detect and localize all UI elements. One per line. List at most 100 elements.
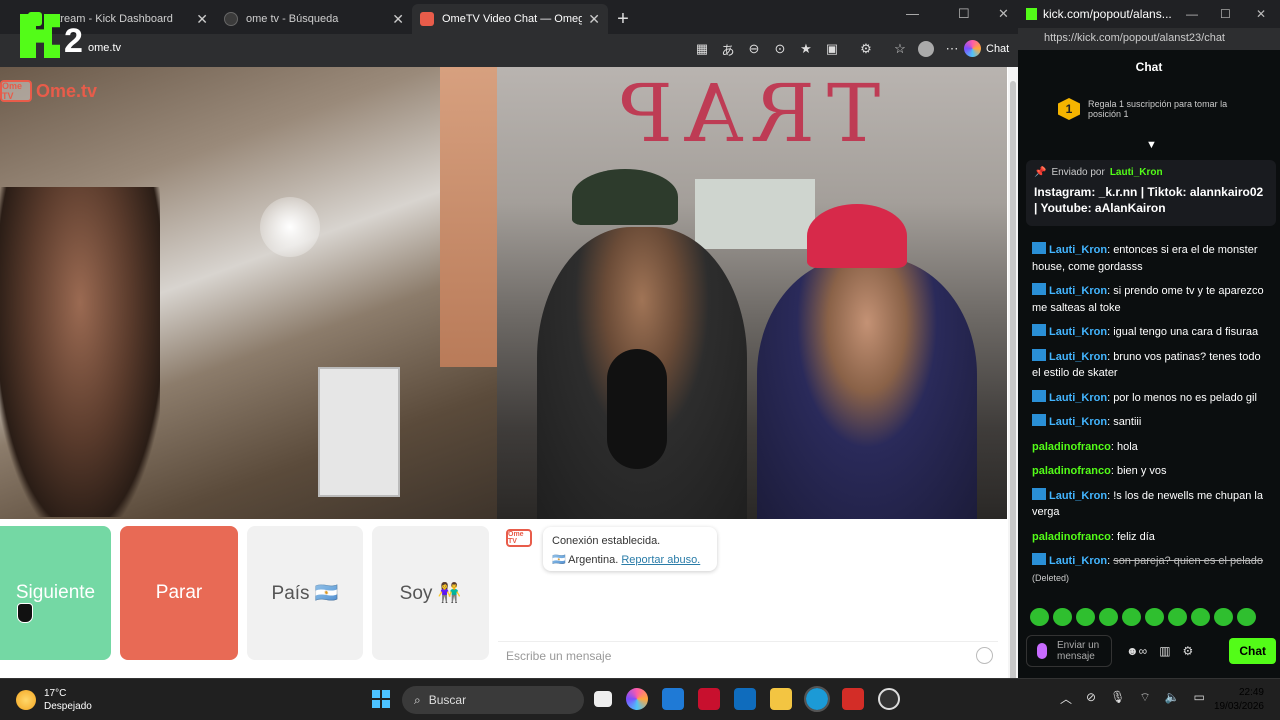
sub-badge-icon: [1032, 283, 1046, 295]
weather-widget[interactable]: 17°C Despejado: [16, 687, 92, 713]
new-tab-button[interactable]: +: [608, 4, 638, 34]
task-view-icon[interactable]: [594, 691, 612, 707]
mic-tray-icon[interactable]: 🎙: [1110, 690, 1125, 707]
sub-gift-banner[interactable]: 1 Regala 1 suscripción para tomar la pos…: [1058, 98, 1258, 120]
chat-tools: ☻∞ ▥ ⚙: [1126, 644, 1193, 658]
clock[interactable]: 22:49 19/03/2026: [1210, 686, 1264, 714]
emote-icon[interactable]: [1099, 608, 1118, 626]
chat-message: Lauti_Kron: !s los de newells me chupan …: [1032, 487, 1263, 518]
stop-button[interactable]: Parar: [120, 526, 238, 660]
network-off-icon[interactable]: ⊘: [1086, 690, 1096, 707]
menu-icon[interactable]: ⋯: [944, 41, 960, 57]
windows-start-icon[interactable]: [372, 690, 390, 708]
zoom-icon[interactable]: ⊖: [746, 41, 762, 57]
store-icon[interactable]: ▥: [1159, 644, 1170, 658]
emote-icon[interactable]: [1030, 608, 1049, 626]
close-window-icon[interactable]: ✕: [998, 6, 1009, 22]
chat-message: paladinofranco: hola: [1032, 440, 1138, 453]
message-input[interactable]: Escribe un mensaje: [498, 641, 998, 667]
microphone: [607, 349, 667, 469]
next-button[interactable]: Siguiente: [0, 526, 111, 660]
controls-panel: Siguiente Parar País 🇦🇷 Soy 👫: [0, 519, 497, 671]
settings-gear-icon[interactable]: ⚙: [1183, 644, 1194, 658]
report-abuse-link[interactable]: Reportar abuso.: [621, 554, 700, 566]
extensions-icon[interactable]: ⚙: [858, 41, 874, 57]
file-explorer-icon[interactable]: [770, 688, 792, 710]
chevron-down-icon[interactable]: ▼: [1146, 139, 1158, 151]
url-field[interactable]: ome.tv: [88, 42, 121, 54]
toolbar-icons: ▦ あ ⊖ ⊙ ★ ▣ ⚙ ☆ ⋯: [694, 41, 960, 58]
copilot-chat-button[interactable]: Chat: [964, 40, 1009, 57]
emote-icon[interactable]: [1122, 608, 1141, 626]
emote-icon[interactable]: [1237, 608, 1256, 626]
stove: [318, 367, 400, 497]
emote-icon[interactable]: [1145, 608, 1164, 626]
streamer-right: [757, 257, 977, 519]
self-video: TRAP: [497, 67, 1007, 519]
chat-message: Lauti_Kron: santiii: [1032, 414, 1272, 431]
favorite-star-icon[interactable]: ★: [798, 41, 814, 57]
ometv-logo: Ome TV Ome.tv: [0, 80, 98, 102]
close-tab-icon[interactable]: ✕: [392, 11, 404, 28]
green-cap: [572, 169, 678, 225]
wall-graffiti: TRAP: [607, 67, 881, 160]
edge-icon[interactable]: [804, 686, 830, 712]
popout-url[interactable]: https://kick.com/popout/alanst23/chat: [1018, 28, 1280, 50]
search-icon: ⌕: [414, 692, 421, 707]
page-scrollbar[interactable]: [1008, 67, 1018, 681]
outlook-icon[interactable]: [734, 688, 756, 710]
volume-icon[interactable]: 🔈: [1165, 690, 1180, 707]
close-tab-icon[interactable]: ✕: [196, 11, 208, 28]
video-icon[interactable]: ▣: [824, 41, 840, 57]
maximize-icon[interactable]: ☐: [958, 6, 970, 22]
copilot-icon: [964, 40, 981, 57]
stranger-video: [0, 67, 497, 519]
gender-button[interactable]: Soy 👫: [372, 526, 489, 660]
popout-titlebar: kick.com/popout/alans... — ☐ ✕: [1018, 0, 1280, 28]
ometv-favicon-icon: [420, 12, 434, 26]
emote-icon[interactable]: [1214, 608, 1233, 626]
favorites-icon[interactable]: ☆: [892, 41, 908, 57]
lastpass-icon[interactable]: [842, 688, 864, 710]
mcafee-icon[interactable]: [698, 688, 720, 710]
translate-icon[interactable]: あ: [720, 41, 736, 58]
emote-icon[interactable]: [1168, 608, 1187, 626]
store-app-icon[interactable]: [662, 688, 684, 710]
battery-icon[interactable]: ▭: [1194, 690, 1205, 707]
close-tab-icon[interactable]: ✕: [588, 11, 600, 28]
emote-picker-icon[interactable]: ☻∞: [1126, 644, 1147, 658]
close-window-icon[interactable]: ✕: [1256, 7, 1266, 21]
maximize-icon[interactable]: ☐: [1220, 7, 1231, 21]
send-chat-button[interactable]: Chat: [1229, 638, 1276, 664]
split-screen-icon[interactable]: ▦: [694, 41, 710, 57]
tab-ometv[interactable]: OmeTV Video Chat — Omegle ✕: [412, 4, 608, 34]
deleted-message: Lauti_Kron: son pareja? quien es el pela…: [1032, 553, 1264, 583]
minimize-icon[interactable]: —: [1186, 7, 1198, 21]
chat-message: Lauti_Kron: igual tengo una cara d fisur…: [1032, 324, 1272, 341]
emoji-icon[interactable]: [976, 647, 993, 664]
search-favicon-icon: [224, 12, 238, 26]
obs-icon[interactable]: [878, 688, 900, 710]
sub-badge-icon: [1032, 414, 1046, 426]
ometv-chat-icon: Ome TV: [506, 529, 532, 547]
chat-message: Lauti_Kron: bruno vos patinas? tenes tod…: [1032, 348, 1261, 379]
wifi-icon[interactable]: ⌔: [1139, 690, 1150, 707]
copilot-app-icon[interactable]: [626, 688, 648, 710]
emote-icon[interactable]: [1191, 608, 1210, 626]
more-icon[interactable]: ⊙: [772, 41, 788, 57]
taskbar-search[interactable]: ⌕ Buscar: [402, 686, 584, 714]
red-cap: [807, 204, 907, 268]
profile-icon[interactable]: [918, 41, 934, 57]
chat-input[interactable]: Enviar un mensaje: [1026, 635, 1112, 667]
country-button[interactable]: País 🇦🇷: [247, 526, 363, 660]
emote-icon[interactable]: [1076, 608, 1095, 626]
emote-icon[interactable]: [1053, 608, 1072, 626]
kick-stream-badge: 2: [20, 14, 83, 58]
mic-icon[interactable]: [1037, 643, 1047, 659]
minimize-icon[interactable]: —: [906, 6, 919, 21]
stranger-person: [0, 187, 160, 517]
system-message: Conexión establecida. 🇦🇷 Argentina. Repo…: [543, 527, 717, 571]
chevron-up-icon[interactable]: ︿: [1060, 690, 1072, 707]
sub-badge-icon: [1032, 324, 1046, 336]
tab-search[interactable]: ome tv - Búsqueda ✕: [216, 4, 412, 34]
